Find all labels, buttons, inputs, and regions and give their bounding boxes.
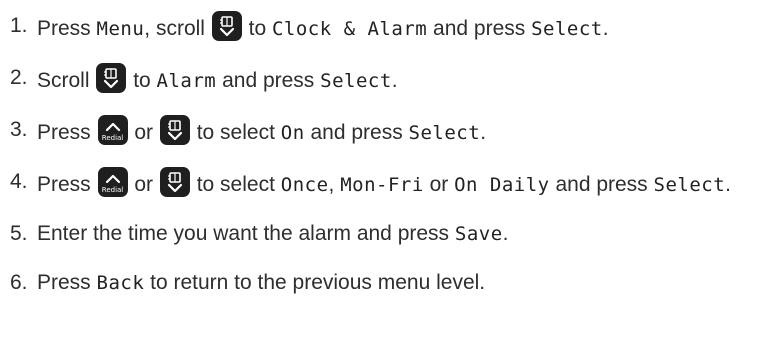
phonebook-scroll-key-icon: [211, 11, 242, 41]
phonebook-scroll-key-icon: [159, 115, 190, 145]
step-text: to select: [190, 121, 281, 144]
once-option-label: Once: [280, 174, 329, 196]
step-text: and press: [549, 173, 654, 196]
step-3: 3. Press Redial or to select On and pres…: [10, 115, 762, 148]
step-text: and press: [304, 121, 409, 144]
step-number: 1.: [10, 14, 28, 37]
menu-softkey-label: Menu: [96, 18, 145, 40]
step-4: 4. Press Redial or to select Once, Mon-F…: [10, 167, 762, 200]
step-text: Press: [37, 121, 97, 144]
step-5: 5. Enter the time you want the alarm and…: [10, 219, 762, 249]
redial-key-label: Redial: [101, 134, 124, 142]
step-number: 4.: [10, 170, 28, 193]
step-text: or: [423, 173, 455, 196]
on-daily-option-label: On Daily: [454, 174, 550, 196]
select-softkey-label: Select: [653, 174, 726, 196]
step-text: to return to the previous menu level.: [144, 271, 486, 294]
step-text: to: [242, 17, 272, 40]
instruction-steps: 1. Press Menu, scroll to Clock & Alarm a…: [10, 11, 762, 317]
select-softkey-label: Select: [320, 70, 392, 92]
step-text: Press: [37, 17, 97, 40]
select-softkey-label: Select: [408, 122, 481, 144]
redial-key-label: Redial: [101, 186, 124, 194]
phonebook-scroll-key-icon: [159, 167, 190, 197]
step-text: to select: [190, 173, 281, 196]
on-option-label: On: [280, 122, 305, 144]
step-text: Press: [37, 173, 97, 196]
step-text: and press: [216, 69, 321, 92]
step-text: or: [128, 121, 159, 144]
redial-up-key-icon: Redial: [97, 167, 128, 197]
save-softkey-label: Save: [454, 223, 503, 245]
step-text: Enter the time you want the alarm and pr…: [37, 222, 455, 245]
step-2: 2. Scroll to Alarm and press Select.: [10, 63, 762, 96]
step-text: .: [725, 173, 732, 196]
select-softkey-label: Select: [531, 18, 603, 40]
clock-alarm-menu-label: Clock & Alarm: [271, 18, 428, 40]
alarm-menu-label: Alarm: [156, 70, 217, 92]
step-1: 1. Press Menu, scroll to Clock & Alarm a…: [10, 11, 762, 44]
step-text: ,: [328, 173, 341, 196]
back-softkey-label: Back: [96, 272, 145, 294]
step-number: 2.: [10, 66, 28, 89]
step-text: and press: [427, 17, 532, 40]
step-text: .: [480, 121, 487, 144]
phonebook-scroll-key-icon: [96, 63, 127, 93]
step-text: , scroll: [144, 17, 211, 40]
step-number: 6.: [10, 271, 28, 294]
step-text: Press: [37, 271, 97, 294]
step-number: 5.: [10, 222, 28, 245]
step-text: .: [602, 17, 609, 40]
step-text: .: [391, 69, 398, 92]
step-number: 3.: [10, 118, 28, 141]
step-text: .: [502, 222, 509, 245]
step-text: Scroll: [37, 69, 96, 92]
redial-up-key-icon: Redial: [97, 115, 128, 145]
step-text: or: [128, 173, 159, 196]
step-text: to: [127, 69, 157, 92]
step-6: 6. Press Back to return to the previous …: [10, 268, 762, 298]
mon-fri-option-label: Mon-Fri: [340, 174, 424, 196]
